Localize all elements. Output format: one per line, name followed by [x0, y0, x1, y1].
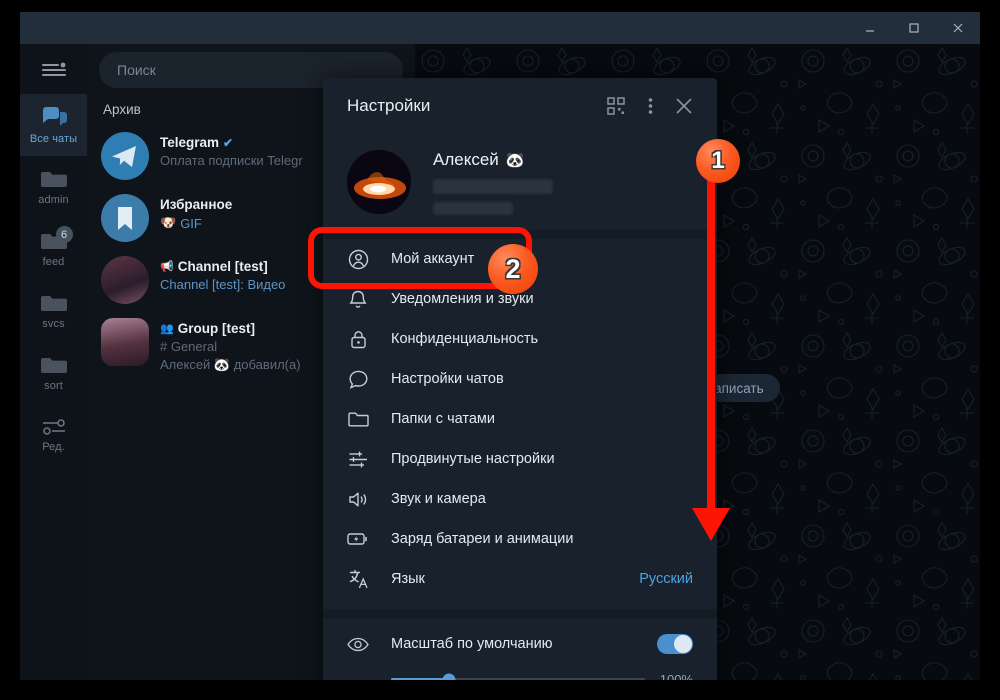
unread-badge: 6: [55, 226, 73, 243]
sidebar-item-svcs[interactable]: svcs: [20, 280, 87, 342]
settings-item-value: Русский: [639, 571, 693, 587]
sidebar-item-label: svcs: [42, 318, 65, 330]
chat-title-text: Telegram: [160, 135, 220, 150]
profile-name: Алексей 🐼: [433, 150, 553, 170]
sidebar-item-all-chats[interactable]: Все чаты: [20, 94, 87, 156]
sidebar-item-sort[interactable]: sort: [20, 342, 87, 404]
person-circle-icon: [347, 249, 369, 270]
settings-item-label: Заряд батареи и анимации: [391, 531, 574, 547]
search-placeholder: Поиск: [117, 62, 156, 78]
more-vertical-icon[interactable]: [633, 89, 667, 123]
folder-icon: [40, 172, 67, 187]
settings-item-notifications[interactable]: Уведомления и звуки: [323, 279, 717, 319]
avatar[interactable]: [347, 150, 411, 214]
redacted-phone: [433, 178, 553, 194]
settings-item-label: Продвинутые настройки: [391, 451, 555, 467]
sidebar-item-label: feed: [42, 256, 65, 268]
settings-item-label: Мой аккаунт: [391, 251, 475, 267]
bell-icon: [347, 289, 369, 310]
settings-item-label: Звук и камера: [391, 491, 486, 507]
avatar: [101, 256, 149, 304]
sidebar-item-label: Все чаты: [29, 133, 78, 145]
group-icon: 👥: [160, 323, 174, 335]
settings-item-sound-camera[interactable]: Звук и камера: [323, 479, 717, 519]
zoom-slider-knob[interactable]: [442, 673, 456, 680]
settings-item-language[interactable]: Язык Русский: [323, 559, 717, 599]
sliders-icon: [42, 419, 65, 435]
page-title: Настройки: [347, 96, 431, 115]
lock-icon: [347, 329, 369, 350]
qr-code-icon[interactable]: [599, 89, 633, 123]
avatar: [101, 194, 149, 242]
window-titlebar: [20, 12, 980, 44]
screenshot-root: Все чаты admin 6 feed svcs sort Ред. Пои…: [0, 0, 1000, 700]
battery-icon: [347, 532, 369, 546]
sidebar-item-label: sort: [44, 380, 63, 392]
default-zoom-section: Масштаб по умолчанию 100%: [323, 618, 717, 680]
divider: [323, 609, 717, 618]
folder-icon: [40, 358, 67, 373]
folders-rail: Все чаты admin 6 feed svcs sort Ред.: [20, 44, 87, 680]
settings-item-chat-folders[interactable]: Папки с чатами: [323, 399, 717, 439]
settings-panel: Настройки Алексей 🐼 Мой аккаунт Уведомле…: [323, 78, 717, 680]
settings-item-chat-settings[interactable]: Настройки чатов: [323, 359, 717, 399]
sticker-thumb-icon: 🐶: [160, 215, 177, 230]
zoom-slider-fill: [391, 678, 450, 680]
profile-row[interactable]: Алексей 🐼: [323, 134, 717, 230]
chat-preview-text: GIF: [180, 215, 202, 231]
sidebar-item-feed[interactable]: 6 feed: [20, 218, 87, 280]
panda-emoji-icon: 🐼: [505, 151, 525, 169]
settings-item-label: Настройки чатов: [391, 371, 504, 387]
settings-header: Настройки: [323, 78, 717, 134]
settings-item-my-account[interactable]: Мой аккаунт: [323, 239, 717, 279]
chat-title-text: Channel [test]: [177, 259, 268, 274]
settings-item-label: Уведомления и звуки: [391, 291, 534, 307]
chat-title-text: Group [test]: [177, 321, 255, 336]
settings-item-label: Конфиденциальность: [391, 331, 539, 347]
settings-item-battery[interactable]: Заряд батареи и анимации: [323, 519, 717, 559]
profile-name-text: Алексей: [433, 149, 499, 169]
telegram-window: Все чаты admin 6 feed svcs sort Ред. Пои…: [20, 12, 980, 680]
chats-bubbles-icon: [42, 107, 67, 126]
maximize-button[interactable]: [892, 12, 936, 44]
hamburger-menu-icon[interactable]: [20, 44, 87, 94]
chat-bubble-icon: [347, 369, 369, 390]
zoom-percent-label: 100%: [659, 672, 693, 680]
sliders-icon: [347, 450, 369, 469]
verified-badge-icon: ✔: [223, 135, 234, 150]
minimize-button[interactable]: [848, 12, 892, 44]
divider: [323, 230, 717, 239]
sidebar-item-admin[interactable]: admin: [20, 156, 87, 218]
sidebar-item-label: admin: [38, 194, 69, 206]
redacted-username: [433, 201, 513, 215]
settings-item-privacy[interactable]: Конфиденциальность: [323, 319, 717, 359]
default-zoom-toggle[interactable]: [657, 634, 693, 654]
translate-icon: [347, 569, 369, 589]
settings-item-label: Папки с чатами: [391, 411, 495, 427]
folder-icon: [40, 296, 67, 311]
chat-title-text: Избранное: [160, 197, 233, 212]
settings-item-label: Язык: [391, 571, 425, 587]
avatar: [101, 318, 149, 366]
speaker-icon: [347, 490, 369, 509]
sidebar-item-edit[interactable]: Ред.: [20, 404, 87, 466]
zoom-slider[interactable]: [391, 673, 645, 680]
megaphone-icon: 📢: [160, 261, 174, 273]
close-icon[interactable]: [667, 89, 701, 123]
sidebar-item-label: Ред.: [42, 441, 65, 453]
window-controls: [848, 12, 980, 44]
default-zoom-label: Масштаб по умолчанию: [391, 636, 553, 652]
avatar: [101, 132, 149, 180]
close-button[interactable]: [936, 12, 980, 44]
folder-icon: [347, 410, 369, 428]
settings-item-advanced[interactable]: Продвинутые настройки: [323, 439, 717, 479]
eye-icon: [347, 637, 369, 652]
